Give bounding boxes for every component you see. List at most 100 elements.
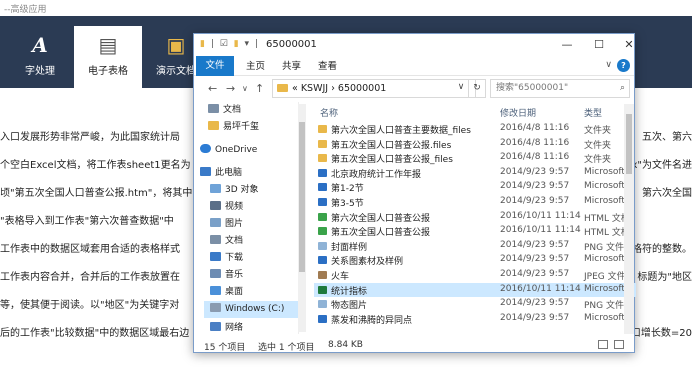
selection-size: 8.84 KB xyxy=(328,340,363,350)
new-folder-icon[interactable]: ▮ xyxy=(234,39,239,49)
details-view-icon[interactable] xyxy=(598,340,608,349)
file-icon xyxy=(318,212,327,221)
file-list-header: 名称 修改日期 类型 xyxy=(314,102,636,120)
file-type: 文件夹 xyxy=(584,126,612,136)
folder-icon xyxy=(277,84,288,92)
scrollbar-thumb[interactable] xyxy=(626,114,632,174)
tab-home[interactable]: 主页 xyxy=(238,58,273,76)
file-type: Microsoft xyxy=(584,166,625,177)
nav-item-pictures[interactable]: 图片 xyxy=(210,216,298,233)
properties-icon[interactable]: ☑ xyxy=(220,39,228,49)
tab-label: 字处理 xyxy=(25,66,55,77)
tab-label: 电子表格 xyxy=(88,66,128,77)
help-icon[interactable]: ? xyxy=(617,59,630,72)
file-icon xyxy=(318,241,327,250)
maximize-button[interactable]: ☐ xyxy=(582,34,616,56)
file-date: 2016/10/11 11:14 xyxy=(500,210,581,221)
column-date[interactable]: 修改日期 xyxy=(500,106,536,119)
nav-item-label: 图片 xyxy=(225,219,244,229)
search-input[interactable]: 搜索"65000001" ⌕ xyxy=(490,79,630,98)
nav-item-onedrive[interactable]: OneDrive xyxy=(200,142,298,159)
tab-share[interactable]: 共享 xyxy=(274,58,309,76)
nav-item-label: 下载 xyxy=(225,253,244,263)
doc-line-tail: 标题为"地区 xyxy=(637,272,692,283)
nav-item-documents[interactable]: 文档 xyxy=(208,102,298,119)
nav-item-label: 桌面 xyxy=(225,287,244,297)
search-icon: ⌕ xyxy=(619,83,625,93)
nav-item-videos[interactable]: 视频 xyxy=(210,199,298,216)
folder-icon: ▮ xyxy=(200,39,205,49)
file-date: 2016/4/8 11:16 xyxy=(500,152,570,163)
file-date: 2014/9/23 9:57 xyxy=(500,166,570,177)
file-date: 2014/9/23 9:57 xyxy=(500,239,570,250)
file-date: 2014/9/23 9:57 xyxy=(500,254,570,265)
tab-file[interactable]: 文件 xyxy=(196,56,234,76)
expand-ribbon-icon[interactable]: ∨ xyxy=(605,60,612,70)
file-row[interactable]: 北京政府统计工作年报 2014/9/23 9:57 Microsoft xyxy=(314,166,636,181)
folder-icon xyxy=(318,139,327,148)
scrollbar-thumb[interactable] xyxy=(299,122,305,272)
nav-item-this-pc[interactable]: 此电脑 xyxy=(200,165,298,182)
file-icon xyxy=(318,285,327,294)
nav-item-label: 文档 xyxy=(225,236,244,246)
nav-item-windows-c[interactable]: Windows (C:) xyxy=(204,301,298,318)
file-row[interactable]: 物态图片 2014/9/23 9:57 PNG 文件 xyxy=(314,297,636,312)
tab-view[interactable]: 查看 xyxy=(310,58,345,76)
file-name: 第五次全国人口普查公报.files xyxy=(331,140,452,151)
file-name: 第六次全国人口普查公报 xyxy=(331,213,431,224)
customize-dropdown-icon[interactable]: ▾ xyxy=(245,39,250,49)
close-button[interactable]: ✕ xyxy=(612,34,646,56)
forward-button[interactable]: → xyxy=(226,82,235,95)
recent-locations-button[interactable]: ∨ xyxy=(242,84,248,93)
nav-item-music[interactable]: 音乐 xyxy=(210,267,298,284)
nav-item-downloads[interactable]: 下载 xyxy=(210,250,298,267)
file-row[interactable]: 第五次全国人口普查公报.files 2016/4/8 11:16 文件夹 xyxy=(314,137,636,152)
nav-item-label: 3D 对象 xyxy=(225,185,259,195)
file-date: 2016/4/8 11:16 xyxy=(500,123,570,133)
doc-line-tail: 五次、第六 xyxy=(642,132,692,143)
file-row[interactable]: 火车 2014/9/23 9:57 JPEG 文件 xyxy=(314,268,636,283)
file-date: 2014/9/23 9:57 xyxy=(500,298,570,309)
file-list-scrollbar[interactable] xyxy=(624,104,634,334)
nav-item-documents-pc[interactable]: 文档 xyxy=(210,233,298,250)
address-bar[interactable]: « KSWJJ › 65000001 xyxy=(272,79,476,98)
file-name: 封面样例 xyxy=(331,242,368,253)
nav-item-3d-objects[interactable]: 3D 对象 xyxy=(210,182,298,199)
nav-item-network[interactable]: 网络 xyxy=(210,320,298,337)
column-name[interactable]: 名称 xyxy=(320,106,338,119)
file-name: 第五次全国人口普查公报_files xyxy=(331,155,453,166)
large-icons-view-icon[interactable] xyxy=(614,340,624,349)
file-row[interactable]: 关系图素材及样例 2014/9/23 9:57 Microsoft xyxy=(314,253,636,268)
file-row[interactable]: 统计指标 2016/10/11 11:14 Microsoft xyxy=(314,282,636,298)
network-icon xyxy=(210,322,221,331)
pictures-icon xyxy=(210,218,221,227)
file-icon xyxy=(318,168,327,177)
file-row[interactable]: 第五次全国人口普查公报 2016/10/11 11:14 HTML 文档 xyxy=(314,224,636,239)
file-row[interactable]: 第1-2节 2014/9/23 9:57 Microsoft xyxy=(314,180,636,195)
nav-item-desktop[interactable]: 桌面 xyxy=(210,284,298,301)
file-row[interactable]: 第五次全国人口普查公报_files 2016/4/8 11:16 文件夹 xyxy=(314,151,636,166)
minimize-button[interactable]: — xyxy=(550,34,584,56)
file-name: 火车 xyxy=(331,272,350,282)
file-row[interactable]: 封面样例 2014/9/23 9:57 PNG 文件 xyxy=(314,239,636,254)
file-row[interactable]: 蒸发和沸腾的异同点 2014/9/23 9:57 Microsoft xyxy=(314,312,636,327)
file-date: 2016/10/11 11:14 xyxy=(500,283,581,294)
column-type[interactable]: 类型 xyxy=(584,106,602,119)
file-row[interactable]: 第3-5节 2014/9/23 9:57 Microsoft xyxy=(314,195,636,210)
tab-word-processing[interactable]: A 字处理 xyxy=(6,26,74,88)
nav-item-label: 易坪千玺 xyxy=(223,122,260,132)
tab-spreadsheet[interactable]: ▤ 电子表格 xyxy=(74,26,142,88)
refresh-button[interactable]: ↻ xyxy=(468,79,486,98)
file-name: 北京政府统计工作年报 xyxy=(331,169,422,180)
file-date: 2016/10/11 11:14 xyxy=(500,225,581,236)
back-button[interactable]: ← xyxy=(208,82,217,95)
file-row[interactable]: 第六次全国人口普查主要数据_files 2016/4/8 11:16 文件夹 xyxy=(314,122,636,137)
nav-pane-scrollbar[interactable] xyxy=(298,104,306,332)
file-date: 2014/9/23 9:57 xyxy=(500,269,570,279)
nav-item-user-folder[interactable]: 易坪千玺 xyxy=(208,119,298,136)
file-date: 2014/9/23 9:57 xyxy=(500,181,570,192)
folder-icon xyxy=(318,125,327,133)
file-row[interactable]: 第六次全国人口普查公报 2016/10/11 11:14 HTML 文档 xyxy=(314,210,636,225)
breadcrumb: « KSWJJ › 65000001 xyxy=(292,83,387,94)
up-button[interactable]: ↑ xyxy=(255,82,264,95)
